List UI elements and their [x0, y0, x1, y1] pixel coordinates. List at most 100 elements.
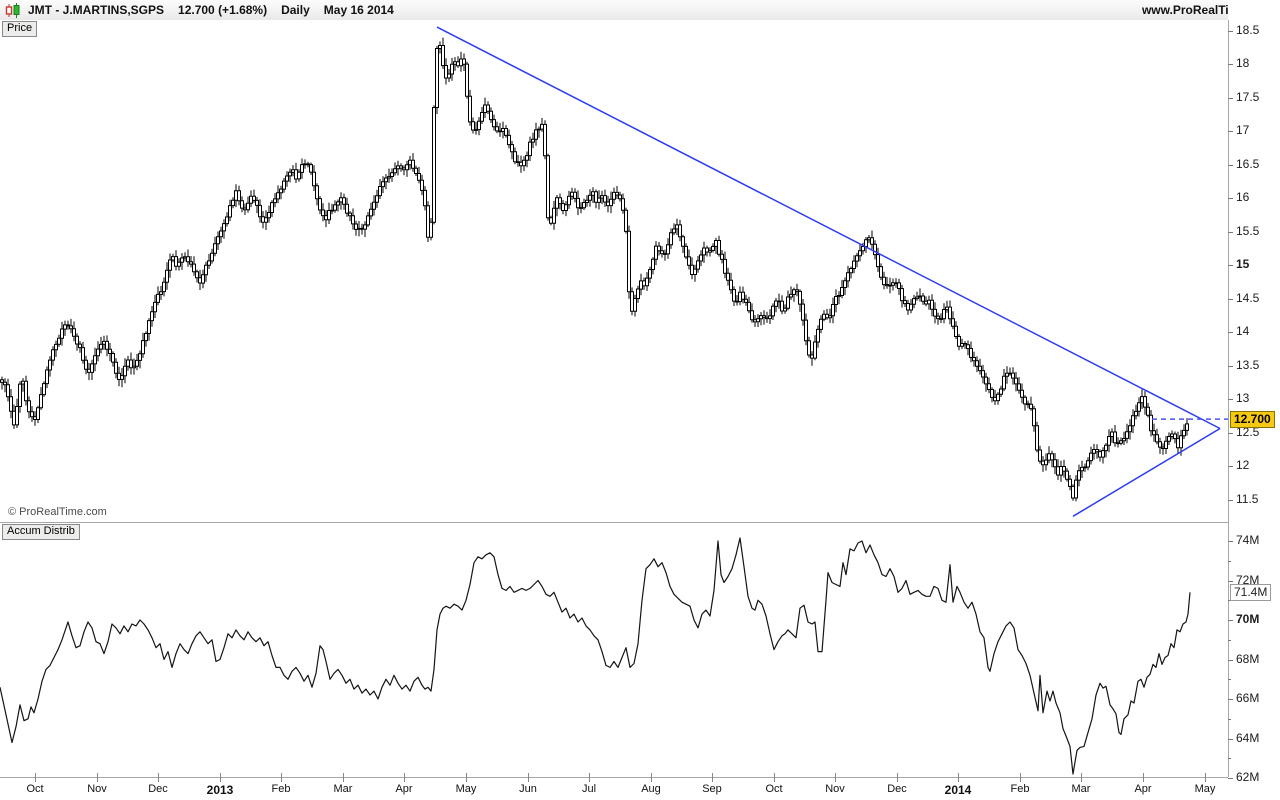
time-axis-tick: [404, 773, 405, 782]
top-bar: JMT - J.MARTINS,SGPS 12.700 (+1.68%) Dai…: [0, 0, 1280, 21]
price-change: (+1.68%): [218, 3, 268, 17]
axis-tick: [1228, 31, 1233, 32]
axis-tick-label: 66M: [1236, 691, 1260, 705]
axis-tick: [1228, 98, 1233, 99]
axis-tick: [1228, 561, 1231, 562]
time-axis-tick: [589, 773, 590, 782]
axis-tick: [1228, 265, 1233, 266]
last-price-tag: 12.700: [1230, 411, 1275, 428]
time-axis-label: Oct: [26, 783, 44, 795]
time-axis-tick: [35, 773, 36, 782]
time-axis-tick: [158, 773, 159, 782]
time-axis-label: Nov: [87, 783, 107, 795]
axis-tick-label: 74M: [1236, 533, 1260, 547]
time-axis-label: Jun: [519, 783, 537, 795]
axis-tick: [1228, 660, 1233, 661]
time-axis-tick: [897, 773, 898, 782]
axis-tick-label: 18.5: [1236, 23, 1260, 37]
time-axis-label: Sep: [702, 783, 722, 795]
time-axis-label: May: [1194, 783, 1216, 795]
time-axis-label: Oct: [765, 783, 783, 795]
axis-tick: [1228, 640, 1231, 641]
time-axis-tick: [712, 773, 713, 782]
axis-tick-label: 13: [1236, 391, 1250, 405]
time-axis-tick: [466, 773, 467, 782]
time-axis-label: Jul: [581, 783, 597, 795]
time-axis-tick: [651, 773, 652, 782]
axis-tick-label: 17: [1236, 123, 1250, 137]
value-axis[interactable]: 12.700 71.4M 18.5 18 17.5 17 16.5 16 15.5 15 14.…: [1228, 0, 1280, 800]
axis-tick: [1228, 758, 1231, 759]
time-axis-tick: [1205, 773, 1206, 782]
instrument-title: JMT - J.MARTINS,SGPS: [28, 3, 165, 17]
time-axis-tick: [97, 773, 98, 782]
axis-tick: [1228, 198, 1233, 199]
axis-tick: [1228, 581, 1233, 582]
axis-tick-label: 13.5: [1236, 358, 1260, 372]
time-axis-label: Apr: [1134, 783, 1152, 795]
axis-tick-label: 68M: [1236, 652, 1260, 666]
axis-tick: [1228, 433, 1233, 434]
time-axis-tick: [958, 773, 959, 782]
panel-divider[interactable]: [0, 522, 1280, 523]
time-axis-label: 2013: [206, 783, 234, 797]
axis-tick: [1228, 739, 1233, 740]
time-axis-label: 2014: [944, 783, 972, 797]
tab-price[interactable]: Price: [2, 21, 38, 37]
time-axis-tick: [343, 773, 344, 782]
prorealtime-window: JMT - J.MARTINS,SGPS 12.700 (+1.68%) Dai…: [0, 0, 1280, 800]
axis-tick-label: 70M: [1236, 612, 1260, 626]
time-axis-label: Dec: [887, 783, 907, 795]
time-axis-tick: [220, 773, 221, 782]
axis-tick: [1228, 620, 1233, 621]
candlestick-icon: [5, 2, 20, 18]
axis-tick-label: 12: [1236, 458, 1250, 472]
axis-tick: [1228, 778, 1233, 779]
time-axis-tick: [774, 773, 775, 782]
axis-tick: [1228, 541, 1233, 542]
time-axis-label: Nov: [825, 783, 845, 795]
axis-tick: [1228, 366, 1233, 367]
candle-bodies: [0, 45, 1189, 499]
axis-tick-label: 17.5: [1236, 90, 1260, 104]
axis-tick-label: 11.5: [1236, 492, 1259, 506]
time-axis[interactable]: Oct Nov Dec 2013 Feb Mar Apr May Jun Jul Aug Sep Oct…: [0, 773, 1280, 800]
axis-tick: [1228, 719, 1231, 720]
time-axis-label: Aug: [641, 783, 661, 795]
axis-tick: [1228, 699, 1233, 700]
time-axis-label: May: [455, 783, 477, 795]
accum-distrib-line: [0, 537, 1191, 775]
axis-tick-label: 18: [1236, 56, 1250, 70]
axis-tick-label: 15.5: [1236, 224, 1260, 238]
axis-tick-label: 15: [1236, 257, 1250, 271]
date-label: May 16 2014: [323, 3, 394, 17]
time-axis-label: Apr: [395, 783, 413, 795]
time-axis-label: Dec: [148, 783, 168, 795]
time-axis-label: Feb: [1010, 783, 1030, 795]
copyright-watermark: © ProRealTime.com: [8, 506, 107, 518]
axis-tick: [1228, 466, 1233, 467]
axis-tick-label: 62M: [1236, 770, 1260, 784]
axis-tick: [1228, 165, 1233, 166]
time-axis-tick: [835, 773, 836, 782]
time-axis-label: Mar: [1071, 783, 1091, 795]
axis-tick-label: 14.5: [1236, 291, 1260, 305]
axis-tick-label: 64M: [1236, 731, 1260, 745]
price-chart-area[interactable]: [0, 20, 1228, 522]
axis-tick: [1228, 131, 1233, 132]
time-axis-label: Feb: [271, 783, 291, 795]
time-axis-tick: [281, 773, 282, 782]
axis-tick-label: 16: [1236, 190, 1250, 204]
axis-tick: [1228, 299, 1233, 300]
time-axis-tick: [1020, 773, 1021, 782]
axis-tick: [1228, 332, 1233, 333]
axis-tick: [1228, 64, 1233, 65]
ascending-support[interactable]: [1072, 427, 1221, 517]
time-axis-tick: [1143, 773, 1144, 782]
axis-tick: [1228, 500, 1233, 501]
accum-distrib-chart-area[interactable]: [0, 522, 1228, 777]
time-axis-tick: [1081, 773, 1082, 782]
axis-tick-label: 16.5: [1236, 157, 1260, 171]
tab-accum-distrib[interactable]: Accum Distrib: [2, 524, 80, 540]
time-axis-tick: [528, 773, 529, 782]
